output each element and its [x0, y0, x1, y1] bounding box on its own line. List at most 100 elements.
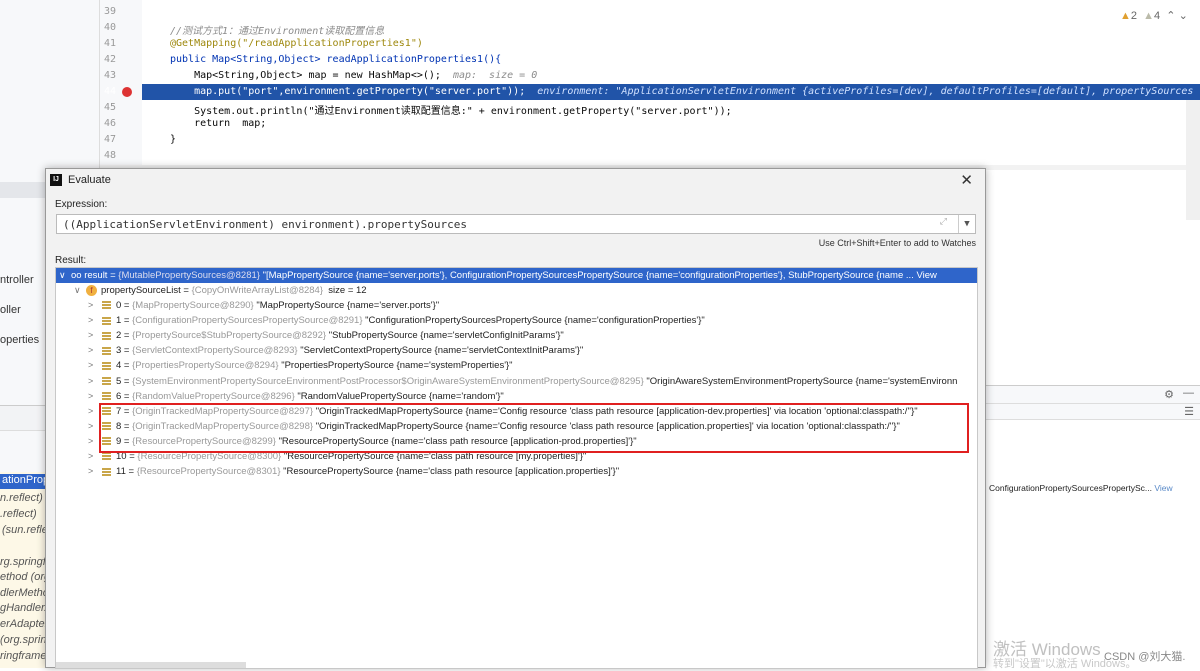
line-number: 42 — [104, 54, 117, 65]
chevron-right-icon[interactable]: > — [88, 298, 100, 313]
tree-row-item[interactable]: >5 = {SystemEnvironmentPropertySourceEnv… — [56, 374, 957, 389]
close-icon[interactable]: ✕ — [960, 171, 973, 189]
node-type: {CopyOnWriteArrayList@8284} — [191, 285, 324, 296]
node-type: {PropertiesPropertySource@8294} — [132, 360, 279, 372]
list-item-icon — [102, 316, 111, 325]
inspection-widget[interactable]: ▲2 ▲4 ⌃ ⌄ — [1120, 9, 1188, 22]
editor-scrollbar[interactable] — [1186, 100, 1200, 220]
horizontal-scrollbar[interactable] — [56, 662, 246, 668]
chevron-right-icon[interactable]: > — [88, 374, 100, 389]
frame-item[interactable]: ethod (org — [0, 571, 50, 583]
panel-toolbar: ☰ — [985, 404, 1200, 420]
gear-icon[interactable]: ⚙ — [1164, 388, 1174, 401]
tree-item[interactable]: operties — [0, 334, 39, 346]
tree-row-item[interactable]: >4 = {PropertiesPropertySource@8294} "Pr… — [56, 358, 513, 373]
list-item-icon — [102, 452, 111, 461]
code-line[interactable]: System.out.println("通过Environment读取配置信息:… — [170, 102, 732, 117]
frame-item[interactable]: erAdapter — [0, 618, 48, 630]
list-item-icon — [102, 467, 111, 476]
frame-item[interactable]: rg.springf — [0, 556, 46, 568]
view-link[interactable]: View — [916, 270, 936, 281]
code-text: public Map<String,Object> readApplicatio… — [170, 54, 502, 65]
weak-warning-icon: ▲ — [1143, 10, 1155, 22]
expression-label: Expression: — [55, 199, 108, 210]
tree-item[interactable]: ntroller — [0, 274, 34, 286]
view-link[interactable]: View — [1154, 483, 1172, 493]
tree-item[interactable]: oller — [0, 304, 21, 316]
chevron-right-icon[interactable]: > — [88, 358, 100, 373]
frame-item[interactable]: (org.sprin — [0, 634, 46, 646]
variable-value[interactable]: ConfigurationPropertySourcesPropertySc..… — [989, 483, 1173, 493]
chevron-right-icon[interactable]: > — [88, 343, 100, 358]
node-index: 0 = — [116, 300, 133, 311]
chevron-right-icon[interactable]: > — [88, 328, 100, 343]
node-type: {ResourcePropertySource@8301} — [136, 466, 281, 478]
node-index: 1 = — [116, 315, 133, 327]
code-line[interactable]: //测试方式1：通过Environment读取配置信息 — [170, 22, 384, 37]
highlight-annotation — [99, 403, 969, 453]
code-line[interactable]: @GetMapping("/readApplicationProperties1… — [170, 38, 423, 49]
node-type: {MapPropertySource@8290} — [132, 300, 254, 311]
watch-icon: oo — [71, 270, 85, 281]
node-type: {RandomValuePropertySource@8296} — [132, 390, 295, 402]
line-number: 43 — [104, 70, 117, 81]
frame-item[interactable]: ringframe — [0, 650, 46, 662]
list-item-icon — [102, 301, 111, 310]
code-text: } — [170, 134, 177, 145]
tree-row-item[interactable]: >3 = {ServletContextPropertySource@8293}… — [56, 343, 583, 358]
node-type: {SystemEnvironmentPropertySourceEnvironm… — [132, 375, 644, 387]
list-item-icon — [102, 361, 111, 370]
result-label: Result: — [55, 255, 87, 266]
line-number: 39 — [104, 6, 117, 17]
tree-row-item[interactable]: >6 = {RandomValuePropertySource@8296} "R… — [56, 389, 504, 404]
line-number: 45 — [104, 102, 117, 113]
node-value: "ServletContextPropertySource {name='ser… — [300, 345, 584, 357]
field-icon: f — [86, 284, 97, 296]
code-line[interactable]: } — [170, 134, 176, 145]
node-type: {ServletContextPropertySource@8293} — [132, 345, 298, 357]
history-dropdown-button[interactable]: ▼ — [958, 215, 975, 233]
breakpoint-icon[interactable] — [122, 87, 132, 97]
code-text: @GetMapping("/readApplicationProperties1… — [170, 38, 423, 49]
frame-item[interactable]: n.reflect) — [0, 492, 43, 504]
line-number: 41 — [104, 38, 117, 49]
warning-icon: ▲ — [1120, 10, 1131, 22]
code-line[interactable]: return map; — [170, 118, 266, 129]
chevron-up-icon[interactable]: ⌃ — [1166, 10, 1175, 22]
dialog-title-bar[interactable]: IJ Evaluate ✕ — [46, 169, 985, 191]
chevron-down-icon[interactable]: ∨ — [74, 283, 86, 298]
tree-row-item[interactable]: >1 = {ConfigurationPropertySourcesProper… — [56, 313, 705, 328]
list-item-icon — [102, 331, 111, 340]
expand-icon[interactable]: ⤢ — [940, 217, 947, 227]
node-value: "OriginAwareSystemEnvironmentPropertySou… — [646, 375, 958, 387]
chevron-right-icon[interactable]: > — [88, 313, 100, 328]
node-value: "MapPropertySource {name='server.ports'}… — [256, 300, 440, 311]
variable-value-text: ConfigurationPropertySourcesPropertySc..… — [989, 483, 1152, 493]
node-value: "[MapPropertySource {name='server.ports'… — [262, 270, 914, 281]
tree-row-list[interactable]: ∨ f propertySourceList = {CopyOnWriteArray… — [56, 283, 367, 298]
evaluate-dialog: IJ Evaluate ✕ Expression: ((ApplicationS… — [45, 168, 986, 669]
code-line[interactable]: Map<String,Object> map = new HashMap<>()… — [170, 70, 537, 81]
minimize-icon[interactable]: — — [1183, 387, 1194, 399]
list-item-icon — [102, 346, 111, 355]
chevron-down-icon[interactable]: ∨ — [59, 268, 71, 283]
tree-row-item[interactable]: >0 = {MapPropertySource@8290} "MapProper… — [56, 298, 439, 313]
node-value: "StubPropertySource {name='servletConfig… — [328, 330, 564, 342]
code-text: return map; — [170, 118, 267, 129]
node-size: size = 12 — [328, 285, 367, 296]
frame-item[interactable]: .reflect) — [0, 508, 37, 520]
chevron-down-icon[interactable]: ⌄ — [1179, 10, 1188, 22]
layout-icon[interactable]: ☰ — [1184, 405, 1194, 418]
panel-header: ⚙ — — [985, 386, 1200, 404]
code-line[interactable]: map.put("port",environment.getProperty("… — [170, 86, 1193, 97]
tree-row-item[interactable]: >2 = {PropertySource$StubPropertySource@… — [56, 328, 564, 343]
chevron-right-icon[interactable]: > — [88, 464, 100, 479]
node-value: "PropertiesPropertySource {name='systemP… — [281, 360, 513, 372]
code-line[interactable]: public Map<String,Object> readApplicatio… — [170, 54, 501, 65]
tree-row-item[interactable]: >11 = {ResourcePropertySource@8301} "Res… — [56, 464, 619, 479]
expression-input[interactable]: ((ApplicationServletEnvironment) environ… — [56, 214, 976, 234]
frame-item[interactable]: dlerMetho — [0, 587, 49, 599]
chevron-right-icon[interactable]: > — [88, 389, 100, 404]
tree-row-result[interactable]: ∨ oo result = {MutablePropertySources@828… — [56, 268, 977, 283]
node-index: 11 = — [116, 466, 137, 478]
